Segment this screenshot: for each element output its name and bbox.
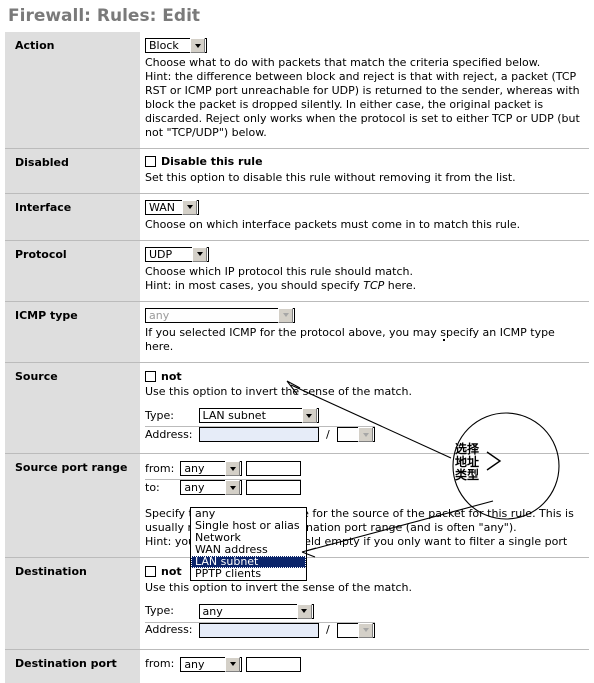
source-port-to-value: any <box>184 481 205 494</box>
source-type-select[interactable]: LAN subnet <box>198 408 319 423</box>
chevron-down-icon <box>225 461 241 476</box>
source-port-to-label: to: <box>145 480 160 494</box>
protocol-hint-pre: Hint: in most cases, you should specify <box>145 278 364 292</box>
label-icmp-type: ICMP type <box>5 301 140 362</box>
field-disabled: Disable this rule Set this option to dis… <box>140 148 589 193</box>
destination-cidr-slash: / <box>326 623 330 636</box>
label-source: Source <box>5 362 140 454</box>
source-address-label: Address: <box>145 427 193 441</box>
label-source-port-range: Source port range <box>5 453 140 558</box>
row-destination-port: Destination port from: any <box>5 649 589 683</box>
field-protocol: UDP Choose which IP protocol this rule s… <box>140 240 589 301</box>
chevron-down-icon <box>358 622 374 638</box>
source-port-from-value: any <box>184 462 205 475</box>
destination-not-label: not <box>161 565 182 578</box>
chevron-down-icon <box>225 480 241 495</box>
disabled-desc: Set this option to disable this rule wit… <box>145 170 516 184</box>
destination-type-label: Type: <box>145 604 174 618</box>
row-protocol: Protocol UDP Choose which IP protocol th… <box>5 240 589 301</box>
label-destination-port: Destination port <box>5 649 140 683</box>
label-destination: Destination <box>5 557 140 649</box>
interface-desc: Choose on which interface packets must c… <box>145 217 521 231</box>
chevron-down-icon <box>192 246 207 262</box>
disable-rule-label: Disable this rule <box>161 155 263 168</box>
icmp-type-desc: If you selected ICMP for the protocol ab… <box>145 325 555 353</box>
address-type-dropdown-list[interactable]: any Single host or alias Network WAN addres… <box>190 507 307 581</box>
destination-not-desc: Use this option to invert the sense of t… <box>145 580 413 594</box>
chevron-down-icon <box>278 307 293 323</box>
row-interface: Interface WAN Choose on which interface … <box>5 193 589 240</box>
protocol-select[interactable]: UDP <box>145 246 209 262</box>
destination-type-select-value: any <box>202 604 223 618</box>
source-type-select-value: LAN subnet <box>202 409 266 422</box>
action-desc-2: Hint: the difference between block and r… <box>145 70 580 139</box>
field-icmp-type: any If you selected ICMP for the protoco… <box>140 301 589 362</box>
protocol-desc-2: Hint: in most cases, you should specify … <box>145 279 585 293</box>
source-not-checkbox[interactable] <box>145 370 156 382</box>
label-action: Action <box>5 32 140 149</box>
chevron-down-icon <box>358 427 374 442</box>
row-icmp-type: ICMP type any If you selected ICMP for t… <box>5 301 589 362</box>
field-interface: WAN Choose on which interface packets mu… <box>140 193 589 240</box>
destination-not-checkbox[interactable] <box>145 566 156 578</box>
action-select-value: Block <box>149 39 179 52</box>
icmp-type-select[interactable]: any <box>145 307 295 323</box>
disable-rule-checkbox[interactable] <box>145 156 156 168</box>
source-not-desc: Use this option to invert the sense of t… <box>145 385 413 398</box>
chevron-down-icon <box>296 603 312 619</box>
source-port-to-custom-input[interactable] <box>246 480 302 495</box>
source-cidr-slash: / <box>326 427 330 441</box>
field-action: Block Choose what to do with packets tha… <box>140 32 589 149</box>
label-interface: Interface <box>5 193 140 240</box>
dropdown-option[interactable]: PPTP clients <box>191 568 306 580</box>
field-destination-port: from: any <box>140 649 589 683</box>
source-type-label: Type: <box>145 408 174 422</box>
row-source: Source not Use this option to invert the… <box>5 362 589 454</box>
action-select[interactable]: Block <box>145 38 207 53</box>
source-port-from-custom-input[interactable] <box>246 461 302 476</box>
destination-mask-select[interactable] <box>337 622 376 638</box>
protocol-desc-1: Choose which IP protocol this rule shoul… <box>145 264 413 278</box>
label-protocol: Protocol <box>5 240 140 301</box>
source-port-to-select[interactable]: any <box>180 480 243 495</box>
field-source: not Use this option to invert the sense … <box>140 362 589 454</box>
destination-address-input[interactable] <box>198 622 319 638</box>
protocol-select-value: UDP <box>149 247 173 261</box>
interface-select[interactable]: WAN <box>145 199 199 215</box>
source-port-from-label: from: <box>145 461 175 475</box>
icmp-type-select-value: any <box>149 308 170 322</box>
source-port-from-select[interactable]: any <box>180 461 243 476</box>
action-desc-1: Choose what to do with packets that matc… <box>145 56 541 69</box>
label-disabled: Disabled <box>5 148 140 193</box>
destination-address-label: Address: <box>145 623 193 637</box>
source-address-input[interactable] <box>198 427 319 442</box>
row-disabled: Disabled Disable this rule Set this opti… <box>5 148 589 193</box>
chevron-down-icon <box>301 408 317 423</box>
destination-port-from-value: any <box>184 657 205 671</box>
page-title: Firewall: Rules: Edit <box>8 6 201 26</box>
destination-type-select[interactable]: any <box>198 603 314 619</box>
destination-port-from-label: from: <box>145 657 175 671</box>
protocol-hint-em: TCP <box>363 278 385 292</box>
source-not-label: not <box>161 369 182 383</box>
protocol-hint-post: here. <box>384 278 417 292</box>
firewall-rule-form: Action Block Choose what to do with pack… <box>5 32 589 683</box>
interface-select-value: WAN <box>149 200 176 214</box>
chevron-down-icon <box>182 199 197 215</box>
chevron-down-icon <box>190 38 205 53</box>
source-mask-select[interactable] <box>337 427 376 442</box>
row-action: Action Block Choose what to do with pack… <box>5 32 589 149</box>
